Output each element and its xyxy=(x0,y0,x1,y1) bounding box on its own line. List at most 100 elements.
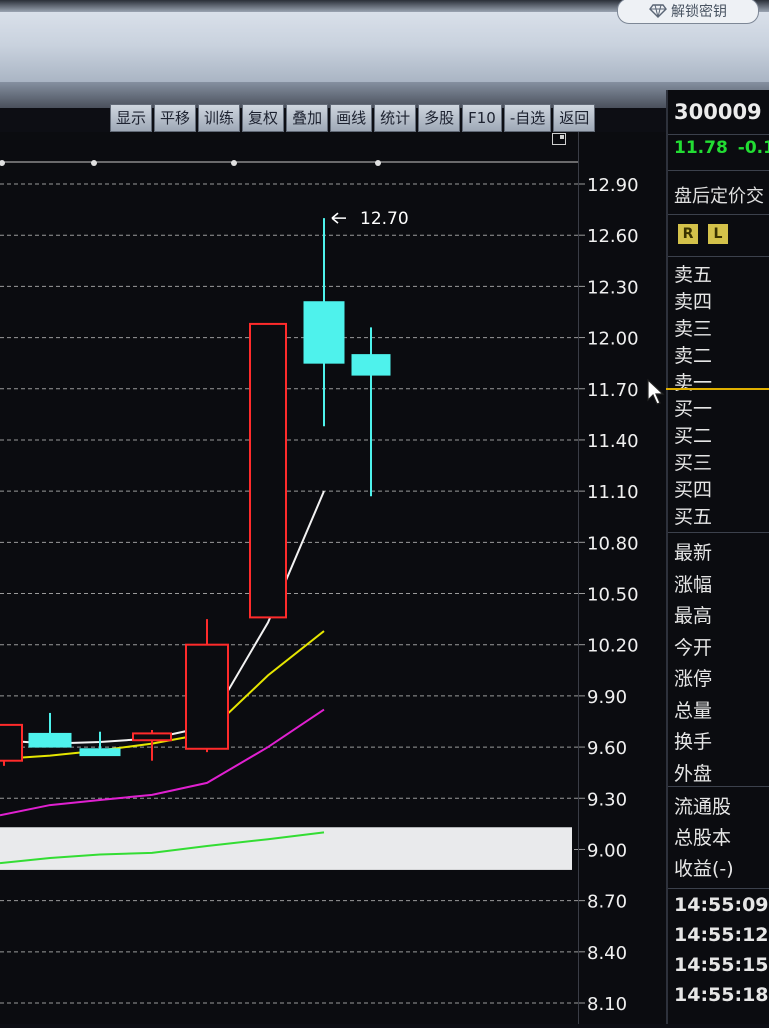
mouse-cursor-icon xyxy=(647,378,665,405)
toolbar-button-8[interactable]: F10 xyxy=(462,104,502,132)
ask-level-label-3: 卖二 xyxy=(674,345,713,367)
candle-body-7 xyxy=(351,354,391,376)
tick-time-0: 14:55:09 xyxy=(674,894,769,916)
candle-5 xyxy=(249,322,287,619)
time-marker-dot-1 xyxy=(91,160,97,166)
candle-6 xyxy=(303,218,345,427)
ask-level-label-4: 卖一 xyxy=(674,372,713,394)
unlock-key-button[interactable]: 解锁密钥 xyxy=(617,0,759,24)
candle-body-1 xyxy=(28,732,72,748)
y-tick-label-2: 12.30 xyxy=(587,277,639,298)
stock-code: 300009 xyxy=(674,100,762,124)
divider xyxy=(668,134,769,135)
chart-toolbar: 显示 平移 训练 复权 叠加 画线 统计 多股 F10 -自选 返回 xyxy=(110,104,596,132)
ma-line-2 xyxy=(0,708,325,817)
candle-body-3 xyxy=(132,732,172,742)
bid-level-label-3: 买四 xyxy=(674,479,713,501)
price-chart: 12.70 xyxy=(0,160,578,1004)
share-stat-label-2: 收益(-) xyxy=(674,858,734,880)
y-tick-label-5: 11.40 xyxy=(587,431,639,452)
unlock-key-label: 解锁密钥 xyxy=(671,4,727,20)
chart-maximize-icon[interactable] xyxy=(552,133,566,145)
candle-body-2 xyxy=(79,748,121,757)
ask-level-label-2: 卖三 xyxy=(674,318,713,340)
price-change: -0.1 xyxy=(737,138,769,158)
bid-level-label-2: 买三 xyxy=(674,452,713,474)
volume-band xyxy=(0,827,572,870)
stat-label-6: 换手 xyxy=(674,731,713,753)
divider xyxy=(668,170,769,171)
time-marker-dot-3 xyxy=(375,160,381,166)
after-hours-trading-label: 盘后定价交 xyxy=(674,186,764,207)
y-tick-label-15: 8.40 xyxy=(587,943,627,964)
y-tick-label-3: 12.00 xyxy=(587,329,639,350)
candle-7 xyxy=(351,327,391,497)
share-stat-label-0: 流通股 xyxy=(674,796,732,818)
y-tick-label-10: 9.90 xyxy=(587,687,627,708)
candle-body-4 xyxy=(185,643,229,750)
candle-body-0 xyxy=(0,723,23,762)
tick-time-2: 14:55:15 xyxy=(674,954,769,976)
y-tick-label-16: 8.10 xyxy=(587,994,627,1015)
y-tick-label-0: 12.90 xyxy=(587,175,639,196)
toolbar-button-10[interactable]: 返回 xyxy=(553,104,596,132)
y-tick-label-6: 11.10 xyxy=(587,482,639,503)
y-tick-label-9: 10.20 xyxy=(587,636,639,657)
price-row: 11.78 -0.1 xyxy=(674,138,769,158)
last-price: 11.78 xyxy=(674,138,728,158)
toolbar-button-4[interactable]: 叠加 xyxy=(286,104,329,132)
divider xyxy=(668,214,769,215)
time-marker-dot-2 xyxy=(231,160,237,166)
y-tick-label-12: 9.30 xyxy=(587,789,627,810)
candle-1 xyxy=(28,712,72,748)
toolbar-button-6[interactable]: 统计 xyxy=(374,104,417,132)
ask-level-label-0: 卖五 xyxy=(674,264,713,286)
l-button[interactable]: L xyxy=(708,224,728,244)
divider xyxy=(668,786,769,787)
candle-body-5 xyxy=(249,322,287,619)
ask-level-label-1: 卖四 xyxy=(674,291,713,313)
time-marker-dot-0 xyxy=(0,160,5,166)
candle-2 xyxy=(79,731,121,757)
y-tick-label-14: 8.70 xyxy=(587,892,627,913)
toolbar-button-1[interactable]: 平移 xyxy=(154,104,197,132)
title-strip: 解锁密钥 xyxy=(0,0,769,82)
toolbar-button-5[interactable]: 画线 xyxy=(330,104,373,132)
y-tick-label-1: 12.60 xyxy=(587,226,639,247)
stat-label-4: 涨停 xyxy=(674,668,713,690)
share-stat-label-1: 总股本 xyxy=(674,827,732,849)
stat-label-5: 总量 xyxy=(674,699,713,722)
price-marker-line xyxy=(666,388,769,390)
high-arrow-icon xyxy=(331,212,346,224)
high-price-annotation: 12.70 xyxy=(360,209,409,229)
divider xyxy=(668,888,769,889)
tick-time-1: 14:55:12 xyxy=(674,924,769,946)
stat-label-0: 最新 xyxy=(674,542,713,564)
bid-level-label-1: 买二 xyxy=(674,425,713,447)
toolbar-button-0[interactable]: 显示 xyxy=(110,104,153,132)
y-tick-label-7: 10.80 xyxy=(587,533,639,554)
candle-4 xyxy=(185,619,229,753)
stat-label-2: 最高 xyxy=(674,605,713,627)
stat-label-1: 涨幅 xyxy=(674,573,713,596)
bid-level-label-4: 买五 xyxy=(674,506,713,528)
candle-0 xyxy=(0,723,23,766)
toolbar-button-7[interactable]: 多股 xyxy=(418,104,461,132)
y-tick-label-4: 11.70 xyxy=(587,380,639,401)
divider xyxy=(668,532,769,533)
stat-label-7: 外盘 xyxy=(674,762,713,785)
y-tick-label-13: 9.00 xyxy=(587,840,627,861)
y-tick-label-11: 9.60 xyxy=(587,738,627,759)
y-tick-label-8: 10.50 xyxy=(587,585,639,606)
tick-time-3: 14:55:18 xyxy=(674,984,769,1006)
toolbar-button-9[interactable]: -自选 xyxy=(503,104,552,132)
toolbar-button-2[interactable]: 训练 xyxy=(198,104,241,132)
chart-area: 12.70 xyxy=(0,132,578,1024)
price-axis: 12.90 12.60 12.30 12.00 11.70 11.40 11.10 10.80… xyxy=(578,132,667,1024)
quote-panel: 300009 11.78 -0.1 盘后定价交 R L 卖五卖四卖三卖二卖一买一买… xyxy=(666,90,769,1024)
diamond-icon xyxy=(649,4,667,18)
stat-label-3: 今开 xyxy=(674,636,713,659)
r-button[interactable]: R xyxy=(678,224,698,244)
toolbar-button-3[interactable]: 复权 xyxy=(242,104,285,132)
divider xyxy=(668,256,769,257)
